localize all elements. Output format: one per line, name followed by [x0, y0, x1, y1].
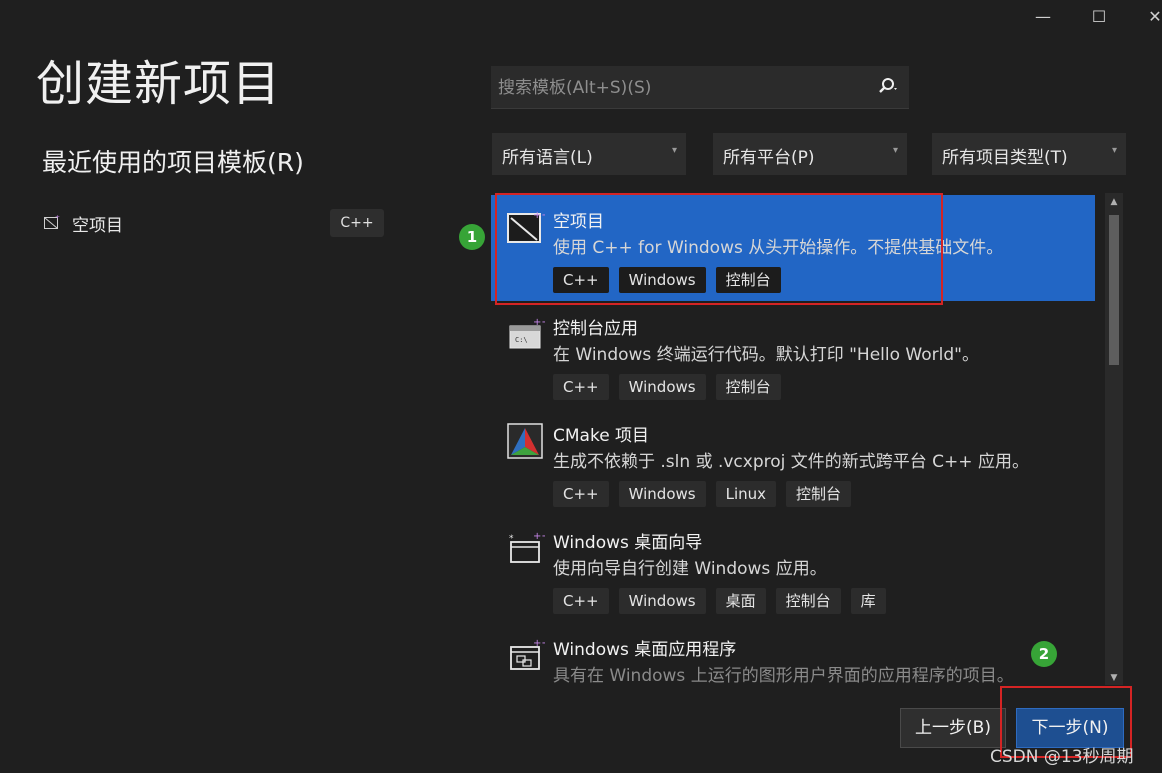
- project-type-filter[interactable]: 所有项目类型(T) ▾: [932, 133, 1126, 175]
- template-tags: C++ Windows Linux 控制台: [553, 481, 852, 507]
- tag: C++: [553, 374, 609, 400]
- recent-item-tag: C++: [330, 209, 384, 237]
- search-box[interactable]: [491, 66, 909, 110]
- search-input[interactable]: [491, 66, 870, 110]
- language-filter-label: 所有语言(L): [502, 148, 593, 168]
- svg-text:++: ++: [533, 317, 545, 328]
- tag: Windows: [618, 374, 706, 400]
- template-name: CMake 项目: [553, 426, 650, 446]
- chevron-down-icon: ▾: [892, 145, 898, 156]
- empty-project-icon: +: [44, 215, 60, 229]
- tag: Windows: [618, 588, 706, 614]
- chevron-down-icon: ▾: [1111, 145, 1117, 156]
- template-description: 具有在 Windows 上运行的图形用户界面的应用程序的项目。: [553, 666, 1014, 685]
- platform-filter-label: 所有平台(P): [723, 148, 815, 168]
- template-name: Windows 桌面向导: [553, 533, 703, 553]
- step-badge-2: 2: [1031, 641, 1057, 667]
- tag: Linux: [715, 481, 777, 507]
- template-description: 生成不依赖于 .sln 或 .vcxproj 文件的新式跨平台 C++ 应用。: [553, 452, 1029, 472]
- highlight-box-1: [495, 193, 943, 305]
- platform-filter[interactable]: 所有平台(P) ▾: [713, 133, 907, 175]
- language-filter[interactable]: 所有语言(L) ▾: [492, 133, 686, 175]
- cmake-icon: [507, 423, 543, 459]
- tag: 库: [850, 588, 886, 614]
- svg-text:+: +: [55, 215, 60, 221]
- svg-text:C:\: C:\: [515, 336, 528, 344]
- page-title: 创建新项目: [36, 56, 282, 112]
- close-button[interactable]: ✕: [1140, 4, 1162, 30]
- search-icon[interactable]: [876, 76, 898, 98]
- template-tags: C++ Windows 桌面 控制台 库: [553, 588, 886, 614]
- tag: C++: [553, 588, 609, 614]
- desktop-wizard-icon: * ++: [509, 531, 545, 563]
- maximize-button[interactable]: ☐: [1084, 4, 1114, 30]
- template-item-desktop-app[interactable]: ++ Windows 桌面应用程序 具有在 Windows 上运行的图形用户界面…: [491, 623, 1095, 685]
- chevron-down-icon: ▾: [671, 145, 677, 156]
- console-app-icon: C:\ ++: [509, 317, 545, 349]
- recent-templates-heading: 最近使用的项目模板(R): [42, 148, 304, 177]
- template-name: Windows 桌面应用程序: [553, 640, 737, 660]
- desktop-app-icon: ++: [510, 638, 545, 670]
- recent-item-empty-project[interactable]: + 空项目 C++: [44, 208, 386, 238]
- scroll-up-icon[interactable]: ▲: [1105, 197, 1123, 207]
- recent-item-label: 空项目: [72, 216, 123, 236]
- template-item-desktop-wizard[interactable]: * ++ Windows 桌面向导 使用向导自行创建 Windows 应用。 C…: [491, 516, 1095, 622]
- svg-text:++: ++: [533, 531, 545, 542]
- scrollbar-thumb[interactable]: [1109, 215, 1119, 365]
- tag: Windows: [618, 481, 706, 507]
- template-item-cmake[interactable]: CMake 项目 生成不依赖于 .sln 或 .vcxproj 文件的新式跨平台…: [491, 409, 1095, 515]
- tag: 控制台: [715, 374, 781, 400]
- tag: C++: [553, 481, 609, 507]
- template-tags: C++ Windows 控制台: [553, 374, 781, 400]
- watermark: CSDN @13秒周期: [990, 747, 1134, 767]
- template-description: 在 Windows 终端运行代码。默认打印 "Hello World"。: [553, 345, 979, 365]
- template-list-scrollbar[interactable]: ▲ ▼: [1105, 193, 1123, 685]
- tag: 控制台: [775, 588, 841, 614]
- step-badge-1: 1: [459, 224, 485, 250]
- project-type-filter-label: 所有项目类型(T): [942, 148, 1068, 168]
- template-description: 使用向导自行创建 Windows 应用。: [553, 559, 827, 579]
- template-name: 控制台应用: [553, 319, 638, 339]
- svg-text:*: *: [509, 534, 514, 544]
- template-item-console-app[interactable]: C:\ ++ 控制台应用 在 Windows 终端运行代码。默认打印 "Hell…: [491, 302, 1095, 408]
- scroll-down-icon[interactable]: ▼: [1105, 673, 1123, 683]
- tag: 桌面: [715, 588, 766, 614]
- minimize-button[interactable]: —: [1028, 4, 1058, 30]
- svg-text:++: ++: [533, 638, 545, 649]
- tag: 控制台: [786, 481, 852, 507]
